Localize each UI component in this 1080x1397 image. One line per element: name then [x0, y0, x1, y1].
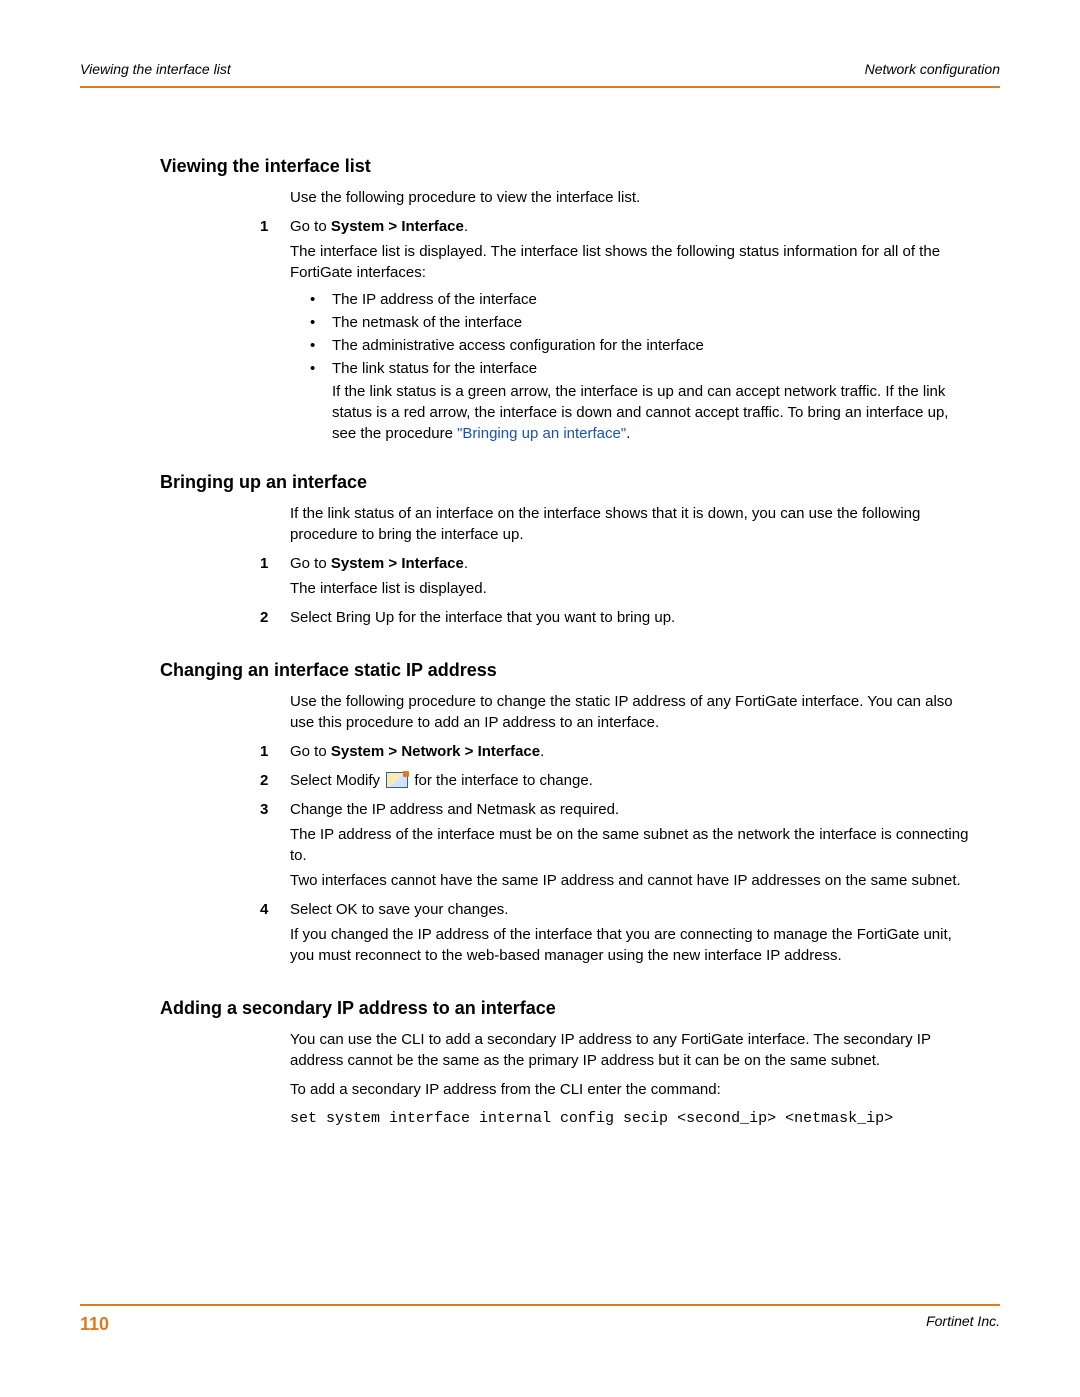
step-text: Two interfaces cannot have the same IP a…: [290, 870, 970, 891]
step: 1 Go to System > Network > Interface.: [260, 741, 970, 766]
step-body: Go to System > Interface. The interface …: [290, 553, 970, 603]
step-text: Go to System > Network > Interface.: [290, 741, 970, 762]
bullet-text: The administrative access configuration …: [332, 335, 970, 356]
bullet-text: The IP address of the interface: [332, 289, 970, 310]
header-right: Network configuration: [865, 60, 1000, 80]
modify-icon: [386, 772, 408, 788]
menu-path: System > Network > Interface: [331, 743, 540, 760]
step-body: Change the IP address and Netmask as req…: [290, 799, 970, 895]
section-text: You can use the CLI to add a secondary I…: [290, 1029, 970, 1071]
step: 4 Select OK to save your changes. If you…: [260, 899, 970, 970]
bullet-item: • The IP address of the interface: [310, 289, 970, 310]
step-number: 3: [260, 799, 290, 895]
section-title-bringing-up: Bringing up an interface: [160, 470, 970, 495]
step: 3 Change the IP address and Netmask as r…: [260, 799, 970, 895]
running-header: Viewing the interface list Network confi…: [80, 60, 1000, 84]
step-body: Select Bring Up for the interface that y…: [290, 607, 970, 632]
step-body: Select OK to save your changes. If you c…: [290, 899, 970, 970]
step: 1 Go to System > Interface. The interfac…: [260, 216, 970, 287]
step-number: 1: [260, 741, 290, 766]
header-left: Viewing the interface list: [80, 60, 231, 80]
menu-path: System > Interface: [331, 555, 464, 572]
step-text: The interface list is displayed. The int…: [290, 241, 970, 283]
step-number: 2: [260, 607, 290, 632]
step: 2 Select Modify for the interface to cha…: [260, 770, 970, 795]
step-text: If you changed the IP address of the int…: [290, 924, 970, 966]
bullet-text: The netmask of the interface: [332, 312, 970, 333]
step-text: The interface list is displayed.: [290, 578, 970, 599]
step-body: Select Modify for the interface to chang…: [290, 770, 970, 795]
body-content: Viewing the interface list Use the follo…: [80, 88, 1000, 1130]
bullet-icon: •: [310, 358, 332, 379]
section-text: To add a secondary IP address from the C…: [290, 1079, 970, 1100]
page-number: 110: [80, 1312, 109, 1337]
bullet-icon: •: [310, 312, 332, 333]
step-number: 1: [260, 216, 290, 287]
section-title-secondary-ip: Adding a secondary IP address to an inte…: [160, 996, 970, 1021]
cli-command: set system interface internal config sec…: [290, 1108, 970, 1129]
step-text: Select OK to save your changes.: [290, 899, 970, 920]
step-body: Go to System > Interface. The interface …: [290, 216, 970, 287]
step-number: 2: [260, 770, 290, 795]
step-text: Change the IP address and Netmask as req…: [290, 799, 970, 820]
step-number: 1: [260, 553, 290, 603]
step-text: Select Modify for the interface to chang…: [290, 770, 970, 791]
bullet-item: • The link status for the interface: [310, 358, 970, 379]
step: 1 Go to System > Interface. The interfac…: [260, 553, 970, 603]
section-title-viewing: Viewing the interface list: [160, 154, 970, 179]
bullet-subtext: If the link status is a green arrow, the…: [332, 381, 970, 444]
bullet-item: • The administrative access configuratio…: [310, 335, 970, 356]
step-text: Select Bring Up for the interface that y…: [290, 607, 970, 628]
bullet-icon: •: [310, 335, 332, 356]
bullet-list: • The IP address of the interface • The …: [310, 289, 970, 379]
step-text: The IP address of the interface must be …: [290, 824, 970, 866]
section-lead: If the link status of an interface on th…: [290, 503, 970, 545]
cross-reference-link[interactable]: "Bringing up an interface": [457, 425, 626, 442]
step-body: Go to System > Network > Interface.: [290, 741, 970, 766]
bullet-item: • The netmask of the interface: [310, 312, 970, 333]
step-number: 4: [260, 899, 290, 970]
bullet-icon: •: [310, 289, 332, 310]
page-footer: 110 Fortinet Inc.: [80, 1304, 1000, 1337]
step: 2 Select Bring Up for the interface that…: [260, 607, 970, 632]
menu-path: System > Interface: [331, 218, 464, 235]
section-title-changing-ip: Changing an interface static IP address: [160, 658, 970, 683]
section-lead: Use the following procedure to view the …: [290, 187, 970, 208]
page: Viewing the interface list Network confi…: [0, 0, 1080, 1397]
section-lead: Use the following procedure to change th…: [290, 691, 970, 733]
step-text: Go to System > Interface.: [290, 553, 970, 574]
step-text: Go to System > Interface.: [290, 216, 970, 237]
vendor-name: Fortinet Inc.: [926, 1312, 1000, 1337]
bullet-text: The link status for the interface: [332, 358, 970, 379]
